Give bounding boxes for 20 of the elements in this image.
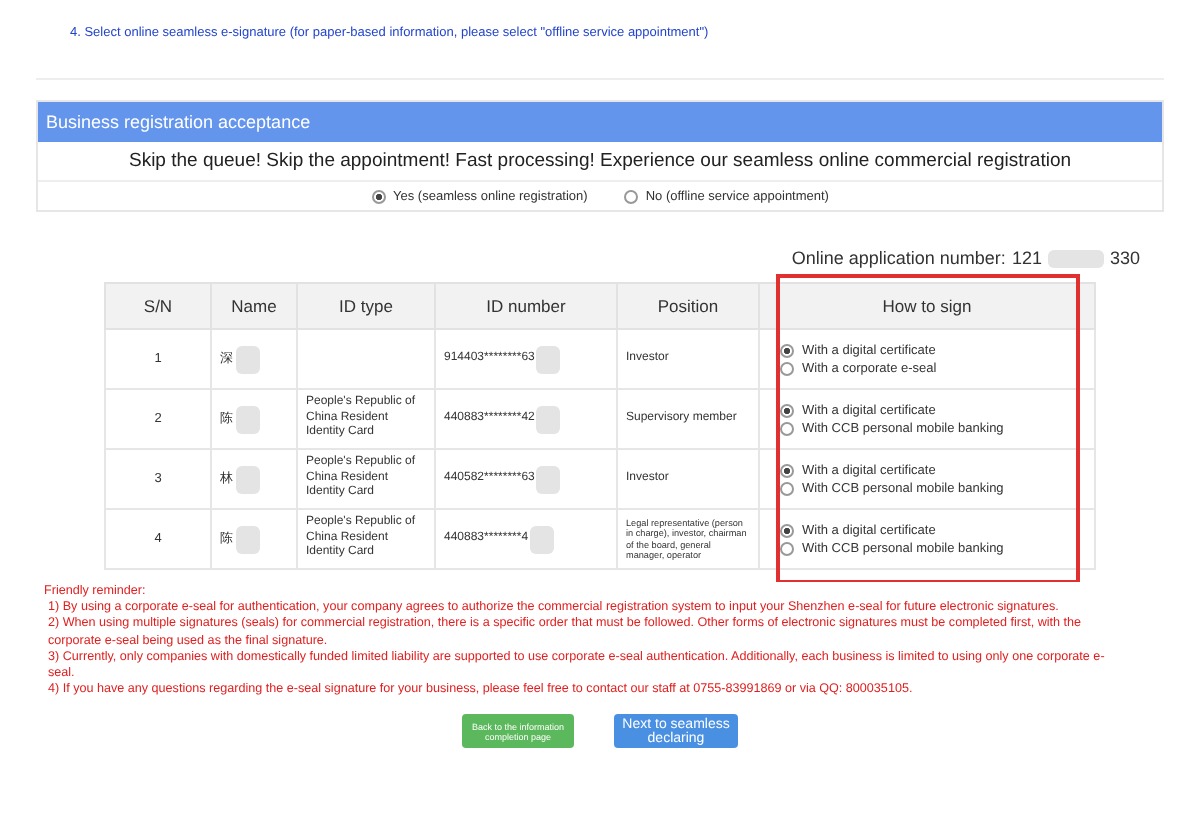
column-header: How to sign (759, 283, 1095, 329)
column-header: ID type (297, 283, 435, 329)
redaction-blur (536, 405, 561, 433)
column-header: Position (617, 283, 759, 329)
column-header: S/N (105, 283, 211, 329)
redaction-blur (530, 525, 555, 553)
redaction-blur (1047, 249, 1104, 267)
redaction-blur (236, 525, 260, 553)
column-header: Name (211, 283, 297, 329)
redaction-blur (236, 345, 260, 373)
panel-title: Business registration acceptance (38, 102, 1162, 142)
application-number-start: 121 (1011, 248, 1042, 268)
redaction-blur (236, 465, 260, 493)
redaction-blur (236, 405, 260, 433)
application-number-label: Online application number: (791, 248, 1006, 268)
tagline: Skip the queue! Skip the appointment! Fast processing! Experience our seamless online commercial registration (38, 142, 1162, 182)
column-header: ID number (435, 283, 617, 329)
redaction-blur (536, 465, 561, 493)
application-number-end: 330 (1109, 248, 1140, 268)
redaction-blur (536, 345, 561, 373)
